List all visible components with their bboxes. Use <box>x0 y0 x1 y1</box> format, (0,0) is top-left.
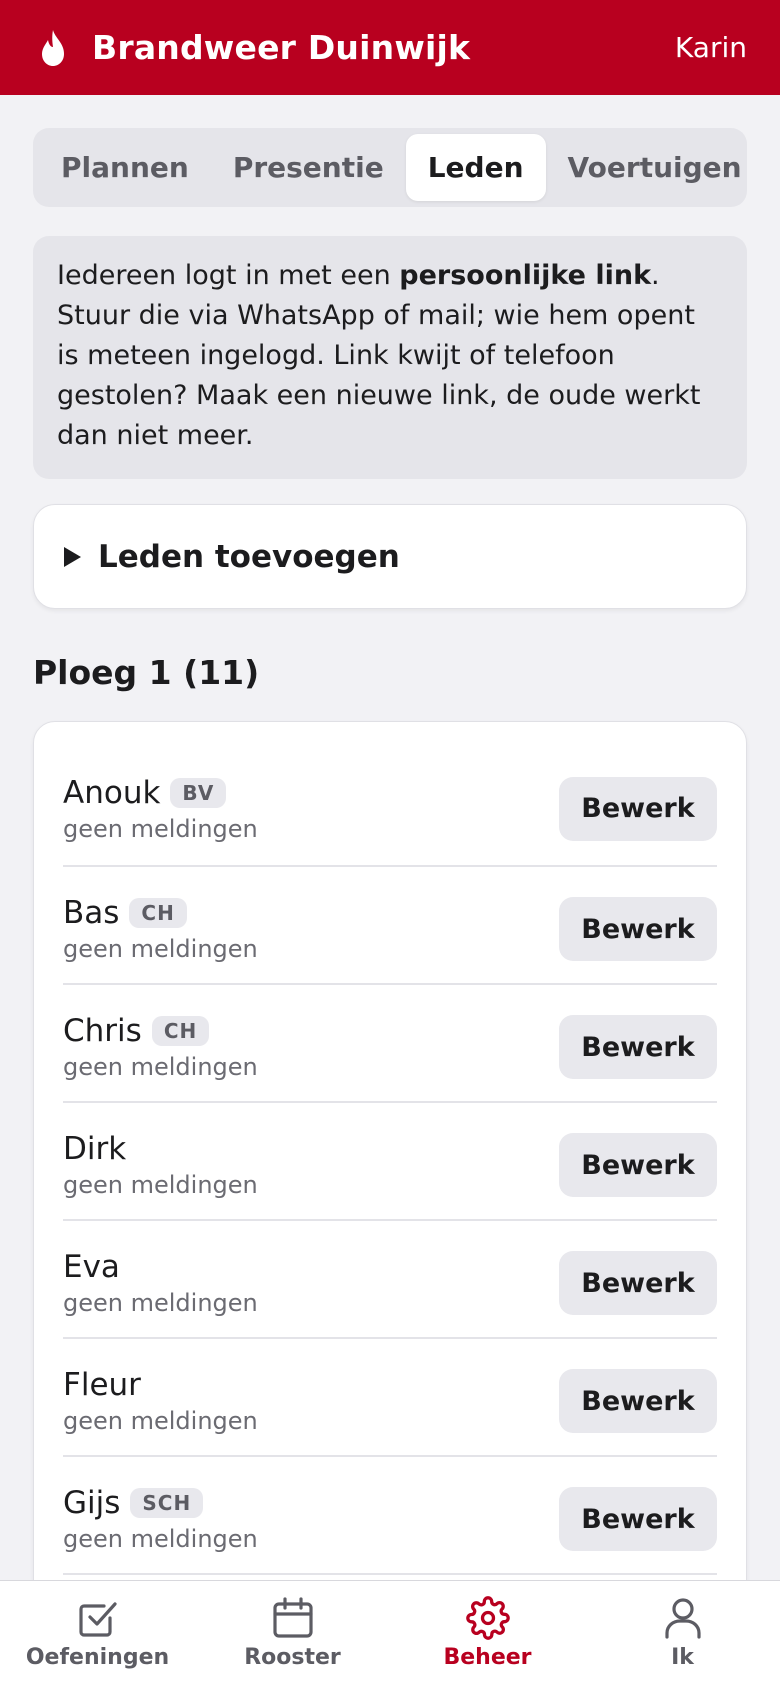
edit-button[interactable]: Bewerk <box>559 1487 717 1551</box>
flame-icon <box>42 29 64 66</box>
nav-label: Oefeningen <box>25 1645 170 1670</box>
member-name: Gijs <box>63 1485 121 1521</box>
disclosure-triangle-icon <box>64 546 81 567</box>
member-status: geen meldingen <box>63 1289 258 1317</box>
member-name: Anouk <box>63 774 161 811</box>
list-item: Anouk BV geen meldingen Bewerk <box>63 722 717 867</box>
member-name: Dirk <box>63 1131 127 1167</box>
member-status: geen meldingen <box>63 1171 258 1199</box>
list-item: Chris CH geen meldingen Bewerk <box>63 985 717 1103</box>
tab-leden[interactable]: Leden <box>405 134 546 201</box>
edit-button[interactable]: Bewerk <box>559 1251 717 1315</box>
gear-icon <box>465 1596 510 1640</box>
member-status: geen meldingen <box>63 1525 258 1553</box>
app-title: Brandweer Duinwijk <box>92 28 471 67</box>
role-badge: SCH <box>130 1488 204 1518</box>
user-name[interactable]: Karin <box>675 31 747 64</box>
member-name: Eva <box>63 1249 120 1285</box>
member-status: geen meldingen <box>63 814 258 843</box>
edit-button[interactable]: Bewerk <box>559 897 717 961</box>
role-badge: CH <box>129 898 187 928</box>
edit-button[interactable]: Bewerk <box>559 1133 717 1197</box>
login-info-box: Iedereen logt in met een persoonlijke li… <box>33 236 747 479</box>
info-text-before: Iedereen logt in met een <box>57 260 400 291</box>
member-name: Fleur <box>63 1367 141 1403</box>
tab-voertuigen[interactable]: Voertuigen <box>546 134 747 201</box>
edit-button[interactable]: Bewerk <box>559 1015 717 1079</box>
member-list: Anouk BV geen meldingen Bewerk Bas CH geen… <box>33 721 747 1621</box>
add-members-label: Leden toevoegen <box>98 538 400 575</box>
tab-plannen[interactable]: Plannen <box>39 134 211 201</box>
role-badge: CH <box>151 1016 210 1046</box>
tab-presentie[interactable]: Presentie <box>211 134 406 201</box>
user-icon <box>664 1598 701 1639</box>
list-item: Eva geen meldingen Bewerk <box>63 1221 717 1339</box>
list-item: Dirk geen meldingen Bewerk <box>63 1103 717 1221</box>
edit-button[interactable]: Bewerk <box>559 776 717 841</box>
member-status: geen meldingen <box>63 1053 258 1081</box>
nav-ik[interactable]: Ik <box>585 1581 780 1670</box>
member-status: geen meldingen <box>63 935 258 963</box>
nav-beheer[interactable]: Beheer <box>390 1581 585 1670</box>
list-item: Gijs SCH geen meldingen Bewerk <box>63 1457 717 1575</box>
add-members-toggle[interactable]: Leden toevoegen <box>33 504 747 609</box>
edit-button[interactable]: Bewerk <box>559 1369 717 1433</box>
nav-label: Rooster <box>244 1645 341 1670</box>
checkbox-icon <box>78 1602 117 1637</box>
app-header: Brandweer Duinwijk Karin <box>0 0 780 95</box>
list-item: Bas CH geen meldingen Bewerk <box>63 867 717 985</box>
list-item: Fleur geen meldingen Bewerk <box>63 1339 717 1457</box>
group-title: Ploeg 1 (11) <box>33 653 260 692</box>
calendar-icon <box>272 1597 313 1638</box>
member-status: geen meldingen <box>63 1407 258 1435</box>
nav-rooster[interactable]: Rooster <box>195 1581 390 1670</box>
nav-label: Ik <box>671 1645 694 1670</box>
role-badge: BV <box>170 777 227 808</box>
nav-oefeningen[interactable]: Oefeningen <box>0 1581 195 1670</box>
info-text-bold: persoonlijke link <box>399 260 652 291</box>
member-name: Bas <box>63 895 120 931</box>
bottom-nav: Oefeningen Rooster Beheer Ik <box>0 1580 780 1688</box>
nav-label: Beheer <box>443 1645 532 1670</box>
member-name: Chris <box>63 1013 142 1049</box>
admin-tabs: Plannen Presentie Leden Voertuigen <box>33 128 747 207</box>
